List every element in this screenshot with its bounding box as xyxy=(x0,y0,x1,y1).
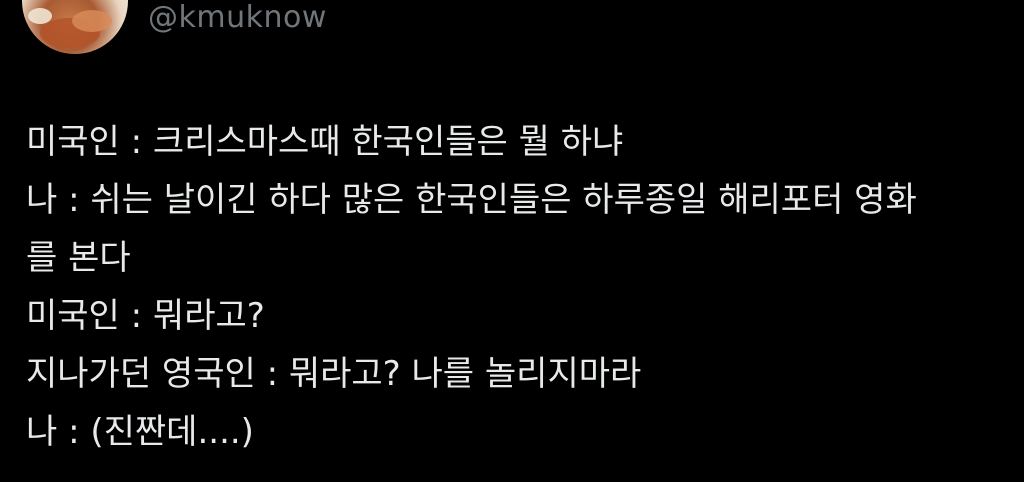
avatar-detail xyxy=(72,10,112,32)
tweet-text-line: 미국인 : 크리스마스때 한국인들은 뭘 하냐 xyxy=(26,122,624,162)
tweet-text-line: 나 : (진짠데....) xyxy=(26,412,254,452)
tweet-text-line: 를 본다 xyxy=(26,238,131,278)
avatar[interactable] xyxy=(22,0,128,54)
tweet-text-line: 나 : 쉬는 날이긴 하다 많은 한국인들은 하루종일 해리포터 영화 xyxy=(26,180,917,220)
author-handle[interactable]: @kmuknow xyxy=(148,0,327,36)
tweet-header: @kmuknow xyxy=(0,0,1024,60)
tweet-text-line: 미국인 : 뭐라고? xyxy=(26,296,265,336)
tweet-text-line: 지나가던 영국인 : 뭐라고? 나를 놀리지마라 xyxy=(26,354,642,394)
tweet-text: 미국인 : 크리스마스때 한국인들은 뭘 하냐 나 : 쉬는 날이긴 하다 많은… xyxy=(26,113,1006,461)
